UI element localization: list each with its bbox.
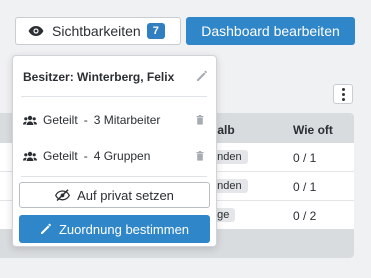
trash-icon[interactable] xyxy=(196,151,204,161)
visibility-label: Sichtbarkeiten xyxy=(52,23,141,39)
frequency-value: 0 / 1 xyxy=(293,180,317,194)
visibility-count-badge: 7 xyxy=(146,23,165,39)
more-options-button[interactable] xyxy=(333,84,353,104)
owner-row: Besitzer: Winterberg, Felix xyxy=(23,70,208,84)
assign-label: Zuordnung bestimmen xyxy=(58,221,190,237)
set-private-label: Auf privat setzen xyxy=(77,187,174,203)
share-kind: Geteilt xyxy=(43,149,78,163)
set-private-button[interactable]: Auf privat setzen xyxy=(19,182,210,208)
frequency-value: 0 / 2 xyxy=(293,209,317,223)
divider xyxy=(21,176,207,177)
frequency-value: 0 / 1 xyxy=(293,151,317,165)
visibility-button[interactable]: Sichtbarkeiten 7 xyxy=(15,17,181,45)
users-icon xyxy=(23,115,37,125)
visibility-popover: Besitzer: Winterberg, Felix Geteilt - 3 … xyxy=(12,55,217,247)
edit-dashboard-label: Dashboard bearbeiten xyxy=(201,23,340,39)
trash-icon[interactable] xyxy=(196,115,204,125)
pencil-icon xyxy=(40,223,51,234)
owner-label: Besitzer: Winterberg, Felix xyxy=(23,70,175,84)
divider xyxy=(21,96,207,97)
edit-dashboard-button[interactable]: Dashboard bearbeiten xyxy=(186,17,355,45)
eye-slash-icon xyxy=(55,189,71,201)
assign-button[interactable]: Zuordnung bestimmen xyxy=(19,215,210,243)
share-groups-row[interactable]: Geteilt - 4 Gruppen xyxy=(23,149,208,163)
column-header: Wie oft xyxy=(293,123,333,137)
share-detail: 4 Gruppen xyxy=(93,149,151,163)
pencil-icon[interactable] xyxy=(196,70,208,82)
separator-dash: - xyxy=(83,113,88,127)
share-detail: 3 Mitarbeiter xyxy=(93,113,161,127)
share-employees-row[interactable]: Geteilt - 3 Mitarbeiter xyxy=(23,113,208,127)
separator-dash: - xyxy=(83,149,88,163)
eye-icon xyxy=(28,26,44,36)
users-icon xyxy=(23,151,37,161)
share-kind: Geteilt xyxy=(43,113,78,127)
vertical-dots-icon xyxy=(341,87,345,91)
